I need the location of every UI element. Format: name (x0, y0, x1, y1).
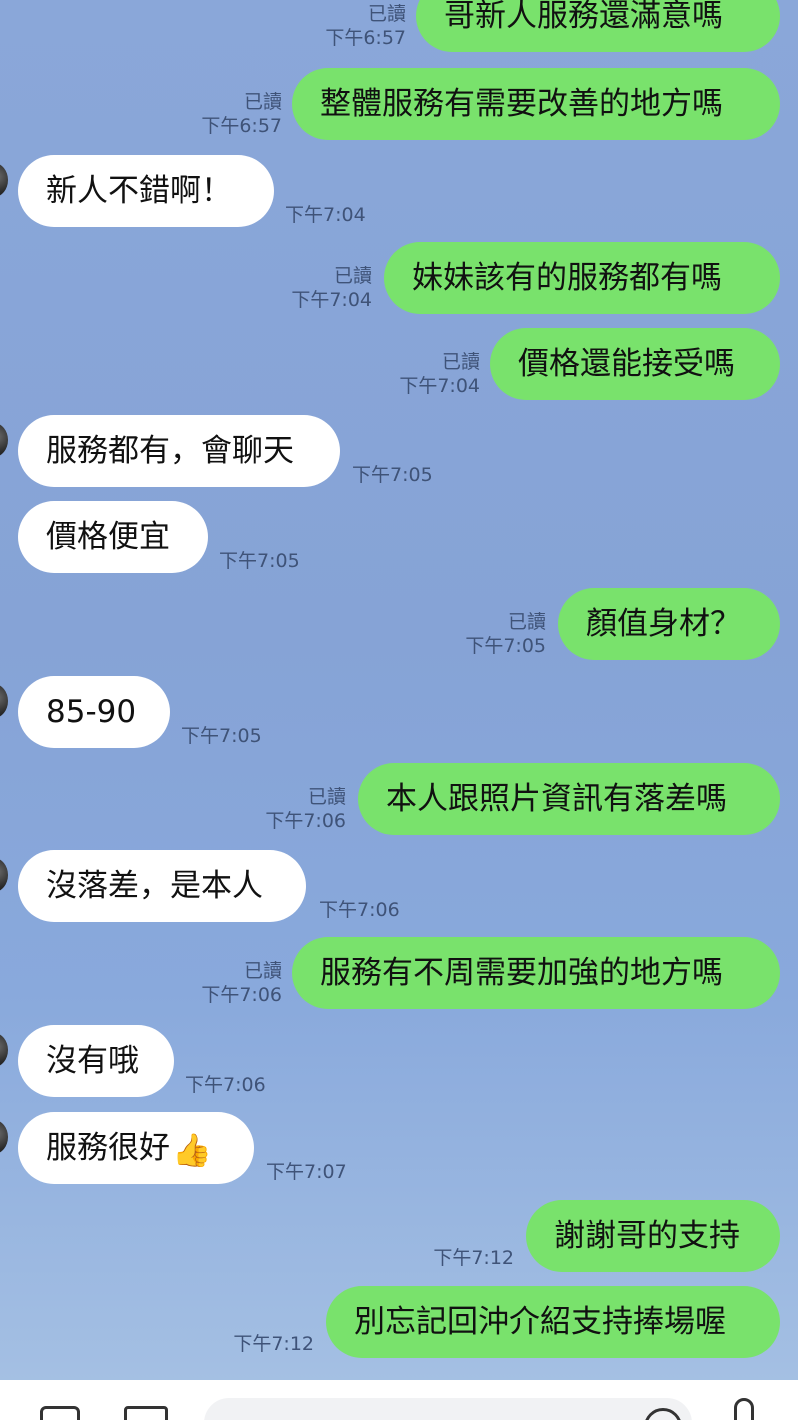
sent-message-bubble[interactable]: 服務有不周需要加強的地方嗎 (292, 937, 780, 1009)
received-message-bubble[interactable]: 沒落差，是本人 (18, 850, 306, 922)
message-row-sent: 已讀 下午6:57 整體服務有需要改善的地方嗎 (0, 68, 798, 144)
message-time: 下午7:04 (285, 204, 366, 226)
message-meta: 已讀 下午6:57 (201, 90, 282, 138)
message-row-received: 服務都有，會聊天 下午7:05 (0, 415, 798, 491)
avatar[interactable] (0, 684, 8, 718)
message-time: 下午6:57 (325, 27, 406, 49)
image-icon[interactable] (124, 1406, 168, 1420)
read-receipt: 已讀 (507, 611, 546, 633)
avatar[interactable] (0, 163, 8, 197)
message-time: 下午7:04 (399, 375, 480, 397)
message-meta: 已讀 下午7:04 (399, 350, 480, 398)
message-row-sent: 已讀 下午7:04 價格還能接受嗎 (0, 328, 798, 404)
read-receipt: 已讀 (367, 3, 406, 25)
read-receipt: 已讀 (307, 786, 346, 808)
message-meta: 已讀 下午7:06 (265, 785, 346, 833)
message-time: 下午7:06 (319, 899, 400, 921)
message-time: 下午7:05 (181, 725, 262, 747)
received-message-bubble[interactable]: 價格便宜 (18, 501, 208, 573)
sent-message-bubble[interactable]: 顏值身材？ (558, 588, 780, 660)
avatar[interactable] (0, 423, 8, 457)
message-row-received: 價格便宜 下午7:05 (0, 501, 798, 577)
received-message-bubble[interactable]: 新人不錯啊！ (18, 155, 274, 227)
sent-message-bubble[interactable]: 整體服務有需要改善的地方嗎 (292, 68, 780, 140)
received-message-bubble[interactable]: 85-90 (18, 676, 170, 748)
message-meta: 已讀 下午7:05 (465, 610, 546, 658)
avatar[interactable] (0, 1033, 8, 1067)
received-message-text: 服務很好 (46, 1130, 170, 1166)
message-input[interactable] (204, 1398, 692, 1420)
microphone-icon[interactable] (734, 1398, 754, 1420)
sent-message-bubble[interactable]: 本人跟照片資訊有落差嗎 (358, 763, 780, 835)
message-time: 下午7:06 (265, 810, 346, 832)
message-time: 下午7:05 (219, 550, 300, 572)
sent-message-bubble[interactable]: 妹妹該有的服務都有嗎 (384, 242, 780, 314)
message-row-received: 沒落差，是本人 下午7:06 (0, 850, 798, 926)
camera-icon[interactable] (40, 1406, 80, 1420)
message-meta: 已讀 下午7:06 (201, 959, 282, 1007)
message-row-sent: 下午7:12 謝謝哥的支持 (0, 1200, 798, 1276)
read-receipt: 已讀 (333, 265, 372, 287)
message-row-received: 沒有哦 下午7:06 (0, 1025, 798, 1101)
avatar[interactable] (0, 858, 8, 892)
message-row-sent: 已讀 下午7:06 本人跟照片資訊有落差嗎 (0, 763, 798, 839)
chat-area[interactable]: 已讀 下午6:57 哥新人服務還滿意嗎 已讀 下午6:57 整體服務有需要改善的… (0, 0, 798, 1380)
message-row-sent: 已讀 下午6:57 哥新人服務還滿意嗎 (0, 0, 798, 56)
message-time: 下午7:04 (291, 289, 372, 311)
message-meta: 已讀 下午6:57 (325, 2, 406, 50)
message-meta: 已讀 下午7:04 (291, 264, 372, 312)
message-row-sent: 已讀 下午7:04 妹妹該有的服務都有嗎 (0, 242, 798, 318)
sent-message-bubble[interactable]: 哥新人服務還滿意嗎 (416, 0, 780, 52)
message-time: 下午7:12 (233, 1333, 314, 1355)
read-receipt: 已讀 (441, 351, 480, 373)
message-time: 下午7:07 (266, 1161, 347, 1183)
message-input-bar (0, 1380, 798, 1420)
received-message-bubble[interactable]: 沒有哦 (18, 1025, 174, 1097)
sent-message-bubble[interactable]: 價格還能接受嗎 (490, 328, 780, 400)
message-row-received: 服務很好👍 下午7:07 (0, 1112, 798, 1188)
thumbs-up-icon: 👍 (172, 1130, 212, 1169)
received-message-bubble[interactable]: 服務很好👍 (18, 1112, 254, 1184)
read-receipt: 已讀 (243, 91, 282, 113)
avatar[interactable] (0, 1120, 8, 1154)
read-receipt: 已讀 (243, 960, 282, 982)
message-row-sent: 已讀 下午7:06 服務有不周需要加強的地方嗎 (0, 937, 798, 1013)
sent-message-bubble[interactable]: 別忘記回沖介紹支持捧場喔 (326, 1286, 780, 1358)
message-row-received: 85-90 下午7:05 (0, 676, 798, 752)
message-time: 下午6:57 (201, 115, 282, 137)
message-time: 下午7:12 (433, 1247, 514, 1269)
message-time: 下午7:06 (185, 1074, 266, 1096)
message-time: 下午7:05 (465, 635, 546, 657)
message-time: 下午7:06 (201, 984, 282, 1006)
message-row-received: 新人不錯啊！ 下午7:04 (0, 155, 798, 231)
message-row-sent: 已讀 下午7:05 顏值身材？ (0, 588, 798, 664)
message-time: 下午7:05 (352, 464, 433, 486)
message-row-sent: 下午7:12 別忘記回沖介紹支持捧場喔 (0, 1286, 798, 1362)
sent-message-bubble[interactable]: 謝謝哥的支持 (526, 1200, 780, 1272)
received-message-bubble[interactable]: 服務都有，會聊天 (18, 415, 340, 487)
